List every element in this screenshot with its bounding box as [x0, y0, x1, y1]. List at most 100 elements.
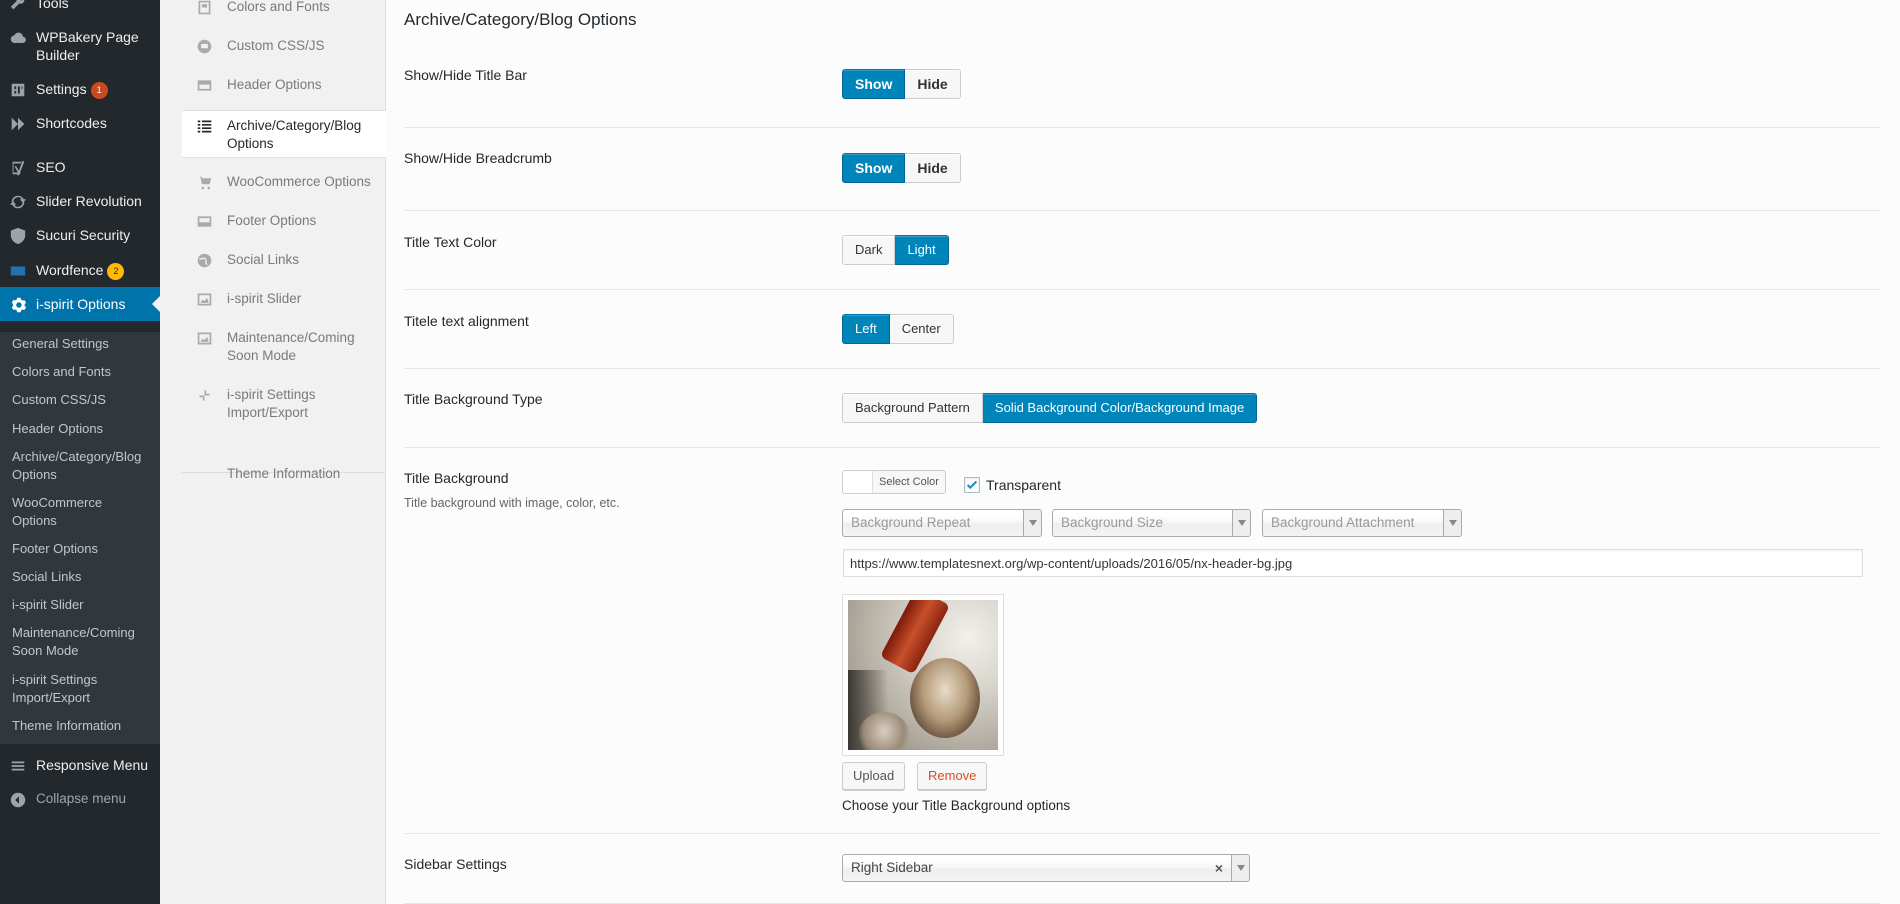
shield-icon — [0, 226, 36, 245]
chevron-down-icon — [1443, 510, 1461, 536]
submenu-social-links[interactable]: Social Links — [12, 568, 158, 586]
chevron-down-icon — [1232, 510, 1250, 536]
cart-icon — [182, 173, 227, 191]
menu-item-settings[interactable]: Settings 1 — [0, 80, 160, 99]
select-color-button[interactable]: Select Color — [842, 470, 946, 494]
menu-item-wpbakery[interactable]: WPBakery Page Builder — [0, 28, 160, 64]
title-background-help: Choose your Title Background options — [842, 798, 1071, 813]
options-tab-list: Colors and Fonts Custom CSS/JS Header Op… — [182, 0, 387, 904]
tab-custom-css[interactable]: Custom CSS/JS — [182, 37, 385, 55]
bg-type-pattern-button[interactable]: Background Pattern — [842, 393, 983, 423]
tab-ispirit-slider[interactable]: i-spirit Slider — [182, 290, 385, 308]
collapse-menu-button[interactable]: Collapse menu — [0, 790, 160, 809]
cloud-icon — [0, 28, 36, 47]
wrench-icon — [0, 0, 36, 13]
title-text-color-label: Title Text Color — [404, 234, 497, 250]
chevron-double-icon — [0, 114, 36, 133]
submenu-custom-css[interactable]: Custom CSS/JS — [12, 391, 158, 409]
submenu-footer-options[interactable]: Footer Options — [12, 540, 158, 558]
submenu-theme-info[interactable]: Theme Information — [12, 717, 158, 735]
title-bar-show-button[interactable]: Show — [842, 69, 906, 99]
align-left-button[interactable]: Left — [842, 314, 890, 344]
admin-submenu: General Settings Colors and Fonts Custom… — [0, 332, 160, 744]
menu-icon — [0, 756, 36, 775]
background-repeat-select[interactable]: Background Repeat — [842, 509, 1042, 537]
list-icon — [182, 117, 227, 135]
globe-icon — [182, 251, 227, 269]
settings-update-badge: 1 — [90, 81, 108, 99]
submenu-header-options[interactable]: Header Options — [12, 420, 158, 438]
remove-button[interactable]: Remove — [917, 762, 988, 790]
tab-archive-options[interactable]: Archive/Category/Blog Options — [182, 110, 387, 158]
tab-theme-information[interactable]: Theme Information — [182, 465, 385, 483]
transparent-checkbox[interactable]: Transparent — [964, 477, 1061, 493]
palette-icon — [182, 0, 227, 16]
text-color-dark-button[interactable]: Dark — [842, 235, 896, 265]
breadcrumb-toggle: Show Hide — [842, 153, 961, 183]
gear-icon — [0, 295, 36, 314]
text-color-light-button[interactable]: Light — [895, 235, 949, 265]
breadcrumb-label: Show/Hide Breadcrumb — [404, 150, 552, 166]
title-background-label: Title Background — [404, 470, 509, 486]
submenu-archive-options[interactable]: Archive/Category/Blog Options — [12, 448, 147, 484]
title-bar-label: Show/Hide Title Bar — [404, 67, 527, 83]
sidebar-settings-label: Sidebar Settings — [404, 856, 507, 872]
menu-item-responsive-menu[interactable]: Responsive Menu — [0, 756, 160, 775]
tab-colors-fonts[interactable]: Colors and Fonts — [182, 0, 385, 16]
menu-item-sucuri[interactable]: Sucuri Security — [0, 226, 160, 245]
refresh-icon — [0, 192, 36, 211]
title-alignment-toggle: Left Center — [842, 314, 954, 344]
divider — [404, 210, 1880, 211]
menu-item-seo[interactable]: SEO — [0, 158, 160, 177]
yoast-icon — [0, 158, 36, 177]
options-panel: Archive/Category/Blog Options Show/Hide … — [386, 0, 1900, 904]
title-bar-hide-button[interactable]: Hide — [905, 69, 961, 99]
menu-item-ispirit-options[interactable]: i-spirit Options — [0, 287, 160, 321]
breadcrumb-hide-button[interactable]: Hide — [905, 153, 961, 183]
submenu-colors-fonts[interactable]: Colors and Fonts — [12, 363, 158, 381]
chevron-down-icon — [1023, 510, 1041, 536]
checkbox-box — [964, 477, 980, 493]
menu-item-tools[interactable]: Tools — [0, 0, 160, 13]
clear-icon[interactable]: × — [1215, 855, 1223, 881]
background-image-preview — [842, 594, 1004, 756]
wordfence-icon — [0, 261, 36, 280]
tab-maintenance[interactable]: Maintenance/Coming Soon Mode — [182, 329, 385, 365]
menu-item-shortcodes[interactable]: Shortcodes — [0, 114, 160, 133]
title-background-description: Title background with image, color, etc. — [404, 496, 620, 510]
image-icon — [182, 290, 227, 308]
sidebar-select[interactable]: Right Sidebar × — [842, 854, 1250, 882]
upload-button[interactable]: Upload — [842, 762, 906, 790]
breadcrumb-show-button[interactable]: Show — [842, 153, 906, 183]
align-center-button[interactable]: Center — [889, 314, 954, 344]
submenu-general-settings[interactable]: General Settings — [12, 335, 158, 353]
background-image-url-input[interactable] — [843, 549, 1863, 577]
divider — [404, 833, 1880, 834]
submenu-import-export[interactable]: i-spirit Settings Import/Export — [12, 671, 122, 707]
tab-woocommerce[interactable]: WooCommerce Options — [182, 173, 385, 191]
tab-footer-options[interactable]: Footer Options — [182, 212, 385, 230]
divider — [404, 289, 1880, 290]
submenu-maintenance[interactable]: Maintenance/Coming Soon Mode — [12, 624, 142, 660]
tab-header-options[interactable]: Header Options — [182, 76, 385, 94]
menu-item-wordfence[interactable]: Wordfence 2 — [0, 261, 160, 280]
header-icon — [182, 76, 227, 94]
background-size-select[interactable]: Background Size — [1052, 509, 1251, 537]
image-icon — [182, 329, 227, 347]
section-title: Archive/Category/Blog Options — [404, 10, 637, 29]
collapse-icon — [0, 790, 36, 809]
background-attachment-select[interactable]: Background Attachment — [1262, 509, 1462, 537]
submenu-ispirit-slider[interactable]: i-spirit Slider — [12, 596, 158, 614]
divider — [404, 127, 1880, 128]
tab-social-links[interactable]: Social Links — [182, 251, 385, 269]
import-export-icon — [182, 386, 227, 404]
menu-item-slider-revolution[interactable]: Slider Revolution — [0, 192, 160, 211]
admin-menu: Tools WPBakery Page Builder Settings 1 Sh… — [0, 0, 160, 904]
code-icon — [182, 37, 227, 55]
bg-type-solid-image-button[interactable]: Solid Background Color/Background Image — [982, 393, 1258, 423]
settings-icon — [0, 80, 36, 99]
submenu-woocommerce[interactable]: WooCommerce Options — [12, 494, 122, 530]
divider — [404, 447, 1880, 448]
tab-import-export[interactable]: i-spirit Settings Import/Export — [182, 386, 385, 422]
title-alignment-label: Titele text alignment — [404, 313, 529, 329]
